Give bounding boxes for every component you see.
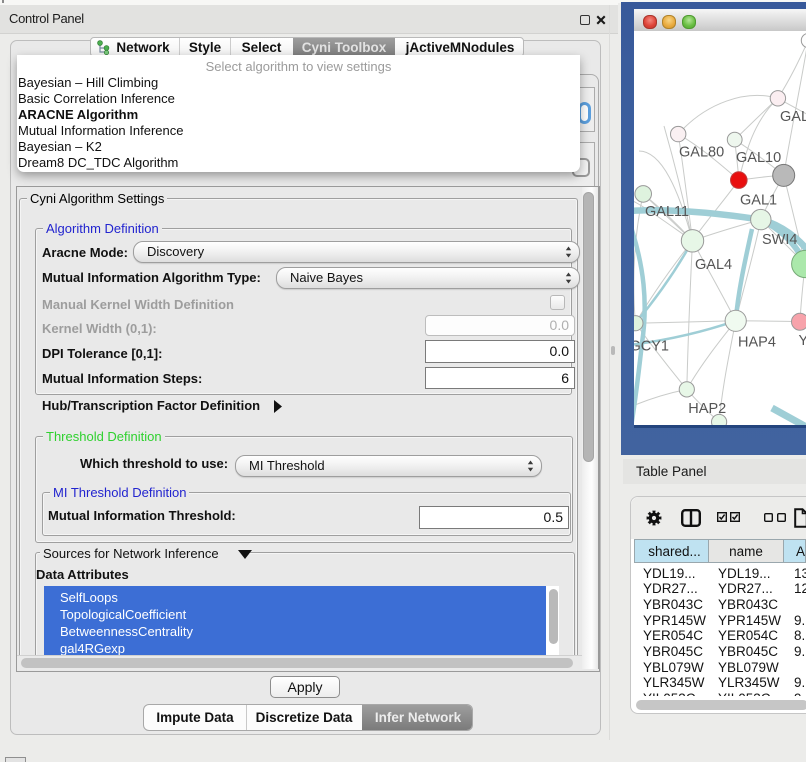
svg-text:Y: Y [799,333,806,349]
svg-text:GAL4: GAL4 [695,257,732,273]
svg-text:GAL10: GAL10 [736,150,781,166]
svg-text:SWI4: SWI4 [762,232,797,248]
svg-text:HAP4: HAP4 [738,335,776,351]
svg-text:HAP2: HAP2 [688,401,726,417]
svg-text:GCY1: GCY1 [634,339,669,355]
svg-text:GAL1: GAL1 [740,193,777,209]
svg-text:GAL80: GAL80 [679,145,724,161]
svg-text:GAL7: GAL7 [780,109,806,125]
svg-text:GAL11: GAL11 [645,204,689,220]
